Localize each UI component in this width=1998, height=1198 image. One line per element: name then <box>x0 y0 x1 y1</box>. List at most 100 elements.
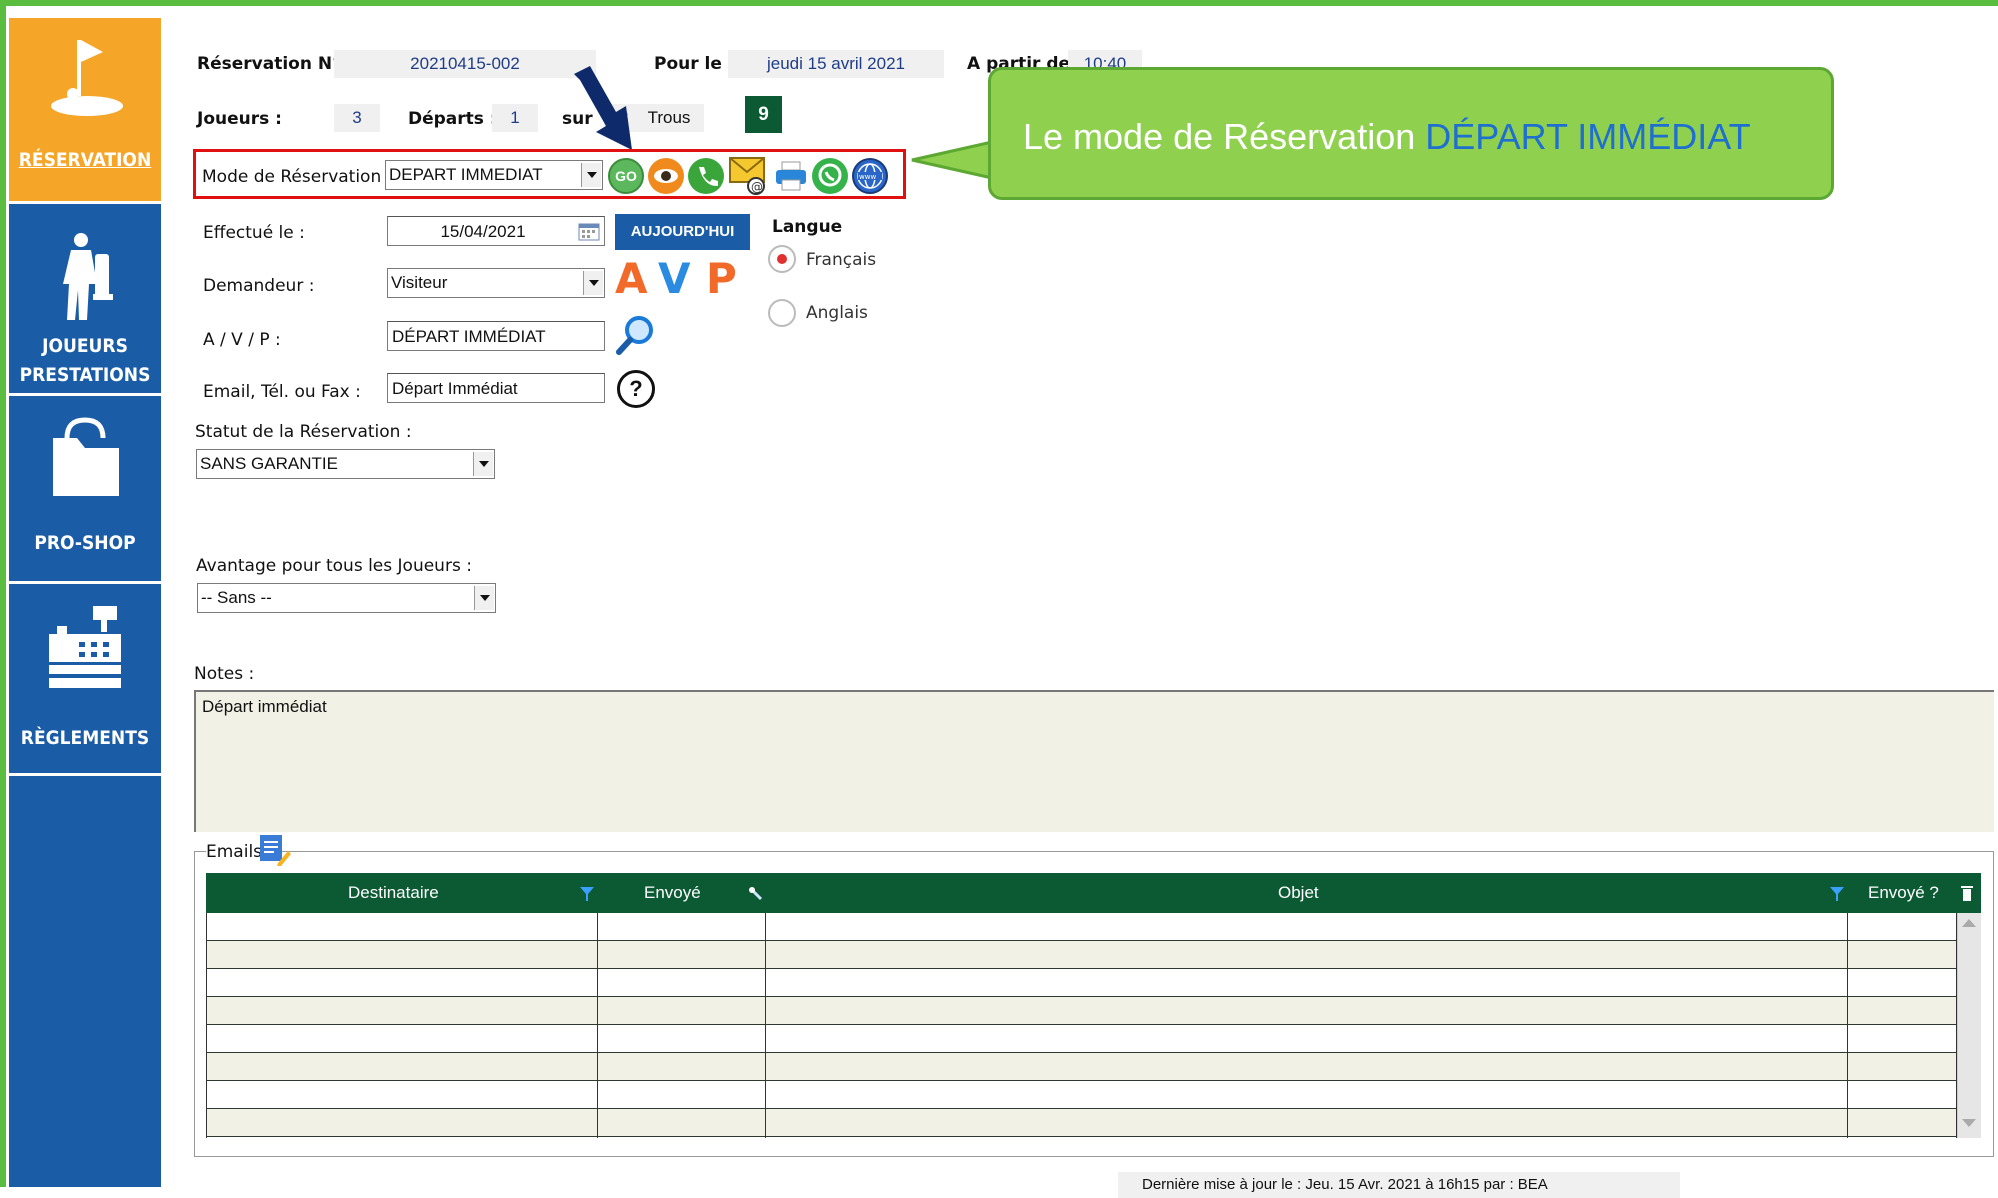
contact-input[interactable]: Départ Immédiat <box>387 373 605 403</box>
divider <box>9 773 161 776</box>
column-header-recipient[interactable]: Destinataire <box>348 873 439 913</box>
requester-select[interactable]: Visiteur <box>387 268 605 298</box>
radio-francais[interactable] <box>768 245 796 273</box>
column-divider <box>206 913 207 1138</box>
table-row[interactable] <box>206 969 1956 997</box>
trash-icon[interactable] <box>1960 884 1974 902</box>
help-icon[interactable]: ? <box>617 370 655 408</box>
emails-title: Emails <box>206 842 263 862</box>
mode-label: Mode de Réservation : <box>202 167 393 187</box>
reservation-number-label: Réservation N° : <box>197 54 354 74</box>
sidebar-item-label: RÈGLEMENTS <box>20 727 150 749</box>
last-update-info: Dernière mise à jour le : Jeu. 15 Avr. 2… <box>1118 1172 1680 1198</box>
callout-text: Le mode de Réservation DÉPART IMMÉDIAT <box>1023 116 1751 158</box>
column-header-sent[interactable]: Envoyé <box>644 873 701 913</box>
chevron-down-icon <box>583 271 603 295</box>
table-row[interactable] <box>206 941 1956 969</box>
status-label: Statut de la Réservation : <box>195 422 412 442</box>
sidebar-item-joueurs-prestations[interactable]: JOUEURS PRESTATIONS <box>9 204 161 396</box>
table-row[interactable] <box>206 913 1956 941</box>
arrow-down-icon <box>574 66 632 150</box>
table-row[interactable] <box>206 1025 1956 1053</box>
table-row[interactable] <box>206 1081 1956 1109</box>
filter-icon[interactable] <box>1830 887 1844 901</box>
sidebar-item-reglements[interactable]: RÈGLEMENTS <box>9 584 161 774</box>
players-value: 3 <box>334 104 380 132</box>
avp-letter-v[interactable]: V <box>658 254 691 303</box>
svg-text:www: www <box>859 173 876 181</box>
date-value: jeudi 15 avril 2021 <box>728 50 944 78</box>
avp-letter-p[interactable]: P <box>706 254 737 303</box>
sidebar-item-label: JOUEURS <box>42 335 128 357</box>
language-title: Langue <box>772 217 843 237</box>
status-select-value: SANS GARANTIE <box>200 454 338 473</box>
svg-text:@: @ <box>751 180 763 194</box>
sidebar-item-label: PRESTATIONS <box>19 364 151 386</box>
filter-icon[interactable] <box>580 887 594 901</box>
advantage-select-value: -- Sans -- <box>201 588 272 607</box>
scrollbar[interactable] <box>1957 913 1981 1138</box>
cash-register-icon <box>49 606 121 688</box>
callout-highlight: DÉPART IMMÉDIAT <box>1425 116 1751 157</box>
chevron-down-icon <box>473 452 493 476</box>
mode-select-value: DEPART IMMEDIAT <box>389 165 543 184</box>
whatsapp-icon[interactable] <box>812 158 848 194</box>
scroll-up-icon[interactable] <box>1962 919 1976 927</box>
search-icon[interactable] <box>615 314 655 356</box>
reservation-number-value: 20210415-002 <box>334 50 596 78</box>
chevron-down-icon <box>474 586 494 610</box>
golf-flag-icon <box>51 40 123 116</box>
sidebar-item-label: RÉSERVATION <box>18 149 152 171</box>
divider <box>200 851 206 852</box>
advantage-select[interactable]: -- Sans -- <box>197 583 496 613</box>
sidebar: RÉSERVATION JOUEURS PRESTATIONS PRO-SHOP <box>9 18 161 1187</box>
created-date-label: Effectué le : <box>203 223 305 243</box>
sidebar-item-reservation[interactable]: RÉSERVATION <box>9 18 161 201</box>
notes-label: Notes : <box>194 664 255 684</box>
callout-box: Le mode de Réservation DÉPART IMMÉDIAT <box>988 67 1834 200</box>
callout-prefix: Le mode de Réservation <box>1023 116 1426 157</box>
scroll-down-icon[interactable] <box>1962 1119 1976 1127</box>
eye-icon[interactable] <box>648 158 684 194</box>
table-row[interactable] <box>206 1109 1956 1137</box>
status-select[interactable]: SANS GARANTIE <box>196 449 495 479</box>
radio-francais-label: Français <box>806 250 877 270</box>
players-label: Joueurs : <box>197 109 282 129</box>
calendar-icon[interactable] <box>578 221 600 241</box>
column-divider <box>1847 913 1848 1138</box>
contact-label: Email, Tél. ou Fax : <box>203 382 361 402</box>
column-header-subject[interactable]: Objet <box>1278 873 1319 913</box>
go-icon[interactable]: GO <box>608 158 644 194</box>
web-icon[interactable]: www <box>852 158 888 194</box>
radio-anglais[interactable] <box>768 299 796 327</box>
avp-letter-a[interactable]: A <box>615 254 648 303</box>
holes-label: Trous <box>634 104 704 132</box>
printer-icon[interactable] <box>774 160 808 192</box>
chevron-down-icon <box>581 163 601 187</box>
table-row[interactable] <box>206 1053 1956 1081</box>
holes-badge: 9 <box>745 96 782 133</box>
today-button[interactable]: AUJOURD'HUI <box>615 214 750 250</box>
avp-input[interactable]: DÉPART IMMÉDIAT <box>387 321 605 351</box>
mode-select[interactable]: DEPART IMMEDIAT <box>385 160 603 190</box>
window-top-border <box>0 0 1998 6</box>
email-icon[interactable]: @ <box>728 156 770 196</box>
shopping-bag-icon <box>53 417 119 496</box>
departures-value: 1 <box>492 104 538 132</box>
radio-anglais-label: Anglais <box>806 303 868 323</box>
window-left-border <box>0 0 6 1187</box>
date-label: Pour le : <box>654 54 735 74</box>
sidebar-item-pro-shop[interactable]: PRO-SHOP <box>9 396 161 581</box>
notes-textarea[interactable]: Départ immédiat <box>194 690 1994 832</box>
phone-icon[interactable] <box>688 158 724 194</box>
compose-email-icon[interactable] <box>258 833 292 867</box>
column-header-sent-status[interactable]: Envoyé ? <box>1868 873 1939 913</box>
avp-label: A / V / P : <box>203 330 281 350</box>
callout-pointer <box>911 140 994 180</box>
sidebar-item-label: PRO-SHOP <box>34 532 136 554</box>
requester-label: Demandeur : <box>203 276 315 296</box>
column-divider <box>597 913 598 1138</box>
table-row[interactable] <box>206 997 1956 1025</box>
sort-icon[interactable] <box>748 886 764 902</box>
created-date-input[interactable]: 15/04/2021 <box>387 216 605 246</box>
